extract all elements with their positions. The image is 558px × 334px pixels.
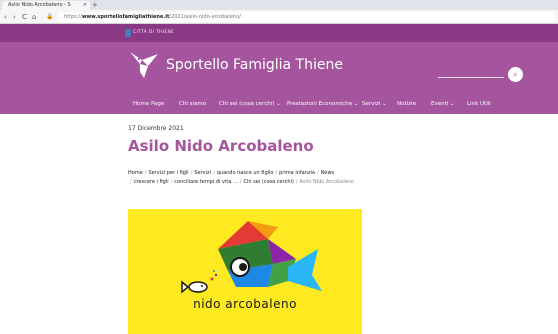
breadcrumb-item[interactable]: Servizi (194, 170, 211, 176)
menu-item-link-utili[interactable]: Link Utili (467, 94, 491, 114)
breadcrumb: Home / Servizi per i figli / Servizi / quando … (128, 170, 355, 185)
breadcrumb-item[interactable]: quando nasce un figlio (217, 170, 274, 176)
browser-toolbar: ‹ › C ⌂ 🔒 https://www.sportellofamigliat… (0, 10, 558, 24)
new-tab-button[interactable]: + (92, 0, 98, 10)
breadcrumb-current: Asilo Nido Arcobaleno (299, 179, 355, 185)
site-header: Sportello Famiglia Thiene ⌕ (0, 42, 558, 94)
city-logo-icon[interactable] (125, 29, 131, 37)
home-icon[interactable]: ⌂ (32, 10, 36, 24)
browser-tab[interactable]: Asilo Nido Arcobaleno - S × (2, 1, 90, 10)
breadcrumb-item[interactable]: Servizi per i figli (148, 170, 188, 176)
breadcrumb-item[interactable]: Chi sei (cosa cerchi) (243, 179, 293, 185)
menu-item-chi-siamo[interactable]: Chi siamo (179, 94, 206, 114)
site-logo-icon[interactable] (128, 50, 160, 80)
city-label[interactable]: CITTÀ DI THIENE (133, 29, 174, 37)
menu-item-prestazioni[interactable]: Prestazioni Economiche ⌄ (287, 94, 359, 114)
address-bar[interactable]: https://www.sportellofamigliathiene.it/2… (58, 12, 554, 22)
site-title[interactable]: Sportello Famiglia Thiene (166, 56, 343, 74)
breadcrumb-item[interactable]: prima infanzia (279, 170, 315, 176)
menu-item-chi-sei[interactable]: Chi sei (cosa cerchi) ⌄ (219, 94, 281, 114)
search-input[interactable] (438, 77, 504, 78)
search-icon[interactable]: ⌕ (508, 67, 523, 82)
article-date: 17 Dicembre 2021 (128, 125, 184, 132)
breadcrumb-item[interactable]: conciliare tempi di vita ... (174, 179, 238, 185)
page-title: Asilo Nido Arcobaleno (128, 137, 314, 155)
tab-title: Asilo Nido Arcobaleno - S (8, 2, 71, 8)
menu-item-servizi[interactable]: Servizi ⌄ (362, 94, 387, 114)
browser-tab-bar: Asilo Nido Arcobaleno - S × + (0, 0, 558, 10)
forward-icon[interactable]: › (13, 10, 16, 24)
lock-icon: 🔒 (46, 13, 54, 20)
breadcrumb-item[interactable]: crescere i figli (134, 179, 169, 185)
tab-close-icon[interactable]: × (83, 1, 87, 10)
main-menu: Home Page Chi siamo Chi sei (cosa cerchi… (0, 94, 558, 114)
back-icon[interactable]: ‹ (4, 10, 7, 24)
image-caption: nido arcobaleno (193, 297, 297, 311)
article-image: nido arcobaleno (128, 209, 362, 334)
menu-item-home[interactable]: Home Page (133, 94, 164, 114)
rainbow-fish-illustration (181, 221, 322, 294)
menu-item-eventi[interactable]: Eventi ⌄ (431, 94, 455, 114)
city-strip: CITTÀ DI THIENE (0, 24, 558, 42)
breadcrumb-item[interactable]: News (321, 170, 335, 176)
breadcrumb-item[interactable]: Home (128, 170, 143, 176)
menu-item-notizie[interactable]: Notizie (397, 94, 416, 114)
reload-icon[interactable]: C (22, 10, 27, 24)
